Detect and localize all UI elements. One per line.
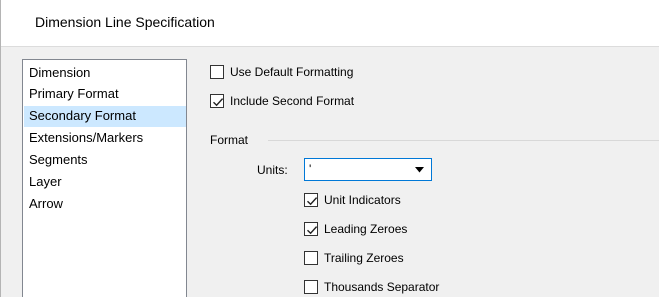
checkbox-box[interactable] [304, 280, 318, 294]
units-dropdown[interactable]: ' [304, 158, 432, 181]
checkmark-icon [213, 98, 224, 107]
sidebar-item-dimension[interactable]: Dimension [24, 63, 186, 84]
leading-zeroes-label: Leading Zeroes [324, 222, 408, 236]
units-label: Units: [257, 163, 288, 177]
checkbox-box[interactable] [210, 65, 224, 79]
category-list[interactable]: Dimension Primary Format Secondary Forma… [22, 59, 187, 297]
checkmark-icon [307, 226, 318, 235]
trailing-zeroes-label: Trailing Zeroes [324, 251, 404, 265]
use-default-formatting-checkbox[interactable]: Use Default Formatting [210, 63, 353, 81]
include-second-format-label: Include Second Format [230, 94, 355, 108]
sidebar-item-primary-format[interactable]: Primary Format [24, 84, 186, 105]
checkbox-box[interactable] [304, 222, 318, 236]
thousands-separator-label: Thousands Separator [324, 280, 440, 294]
chevron-down-icon [415, 167, 424, 173]
trailing-zeroes-checkbox[interactable]: Trailing Zeroes [304, 249, 404, 267]
dialog-header: Dimension Line Specification [1, 0, 659, 47]
unit-indicators-label: Unit Indicators [324, 193, 401, 207]
sidebar-item-layer[interactable]: Layer [24, 172, 186, 193]
format-group-label: Format [210, 133, 249, 147]
checkbox-box[interactable] [304, 193, 318, 207]
sidebar-item-secondary-format[interactable]: Secondary Format [24, 106, 186, 127]
include-second-format-checkbox[interactable]: Include Second Format [210, 92, 354, 110]
sidebar-item-arrow[interactable]: Arrow [24, 194, 186, 215]
use-default-formatting-label: Use Default Formatting [230, 65, 354, 79]
checkmark-icon [307, 197, 318, 206]
leading-zeroes-checkbox[interactable]: Leading Zeroes [304, 220, 407, 238]
thousands-separator-checkbox[interactable]: Thousands Separator [304, 278, 439, 296]
dialog-title: Dimension Line Specification [35, 14, 215, 30]
checkbox-box[interactable] [210, 94, 224, 108]
sidebar-item-segments[interactable]: Segments [24, 150, 186, 171]
format-group-divider [268, 140, 659, 141]
checkbox-box[interactable] [304, 251, 318, 265]
sidebar-item-extensions-markers[interactable]: Extensions/Markers [24, 128, 186, 149]
units-dropdown-value: ' [309, 162, 312, 176]
unit-indicators-checkbox[interactable]: Unit Indicators [304, 191, 401, 209]
